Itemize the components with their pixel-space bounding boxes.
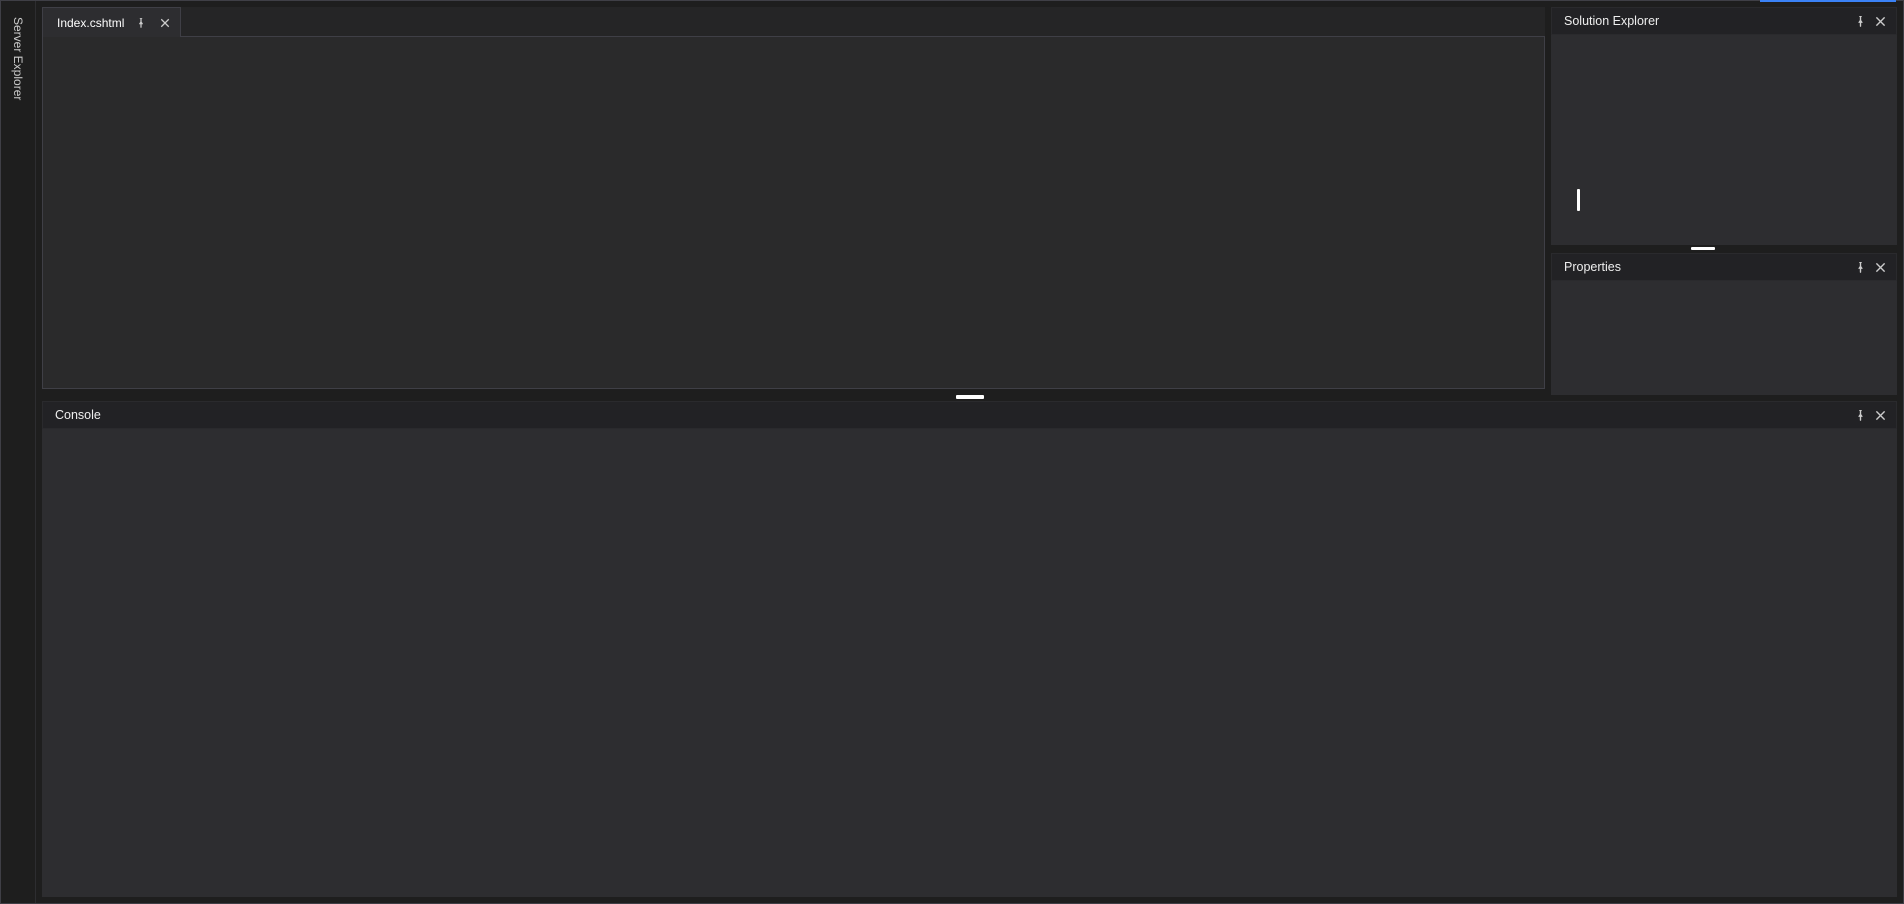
tab-label: Index.cshtml [57, 16, 124, 30]
pin-icon[interactable] [1850, 257, 1870, 277]
tabbar-filler [181, 7, 1545, 37]
close-icon[interactable] [1870, 405, 1890, 425]
server-explorer-collapsed-tab[interactable]: Server Explorer [9, 13, 27, 104]
solution-explorer-title: Solution Explorer [1564, 14, 1850, 28]
editor-body[interactable] [42, 37, 1545, 389]
console-title: Console [55, 408, 1850, 422]
top-right-highlight [1760, 0, 1896, 2]
pin-icon[interactable] [1850, 11, 1870, 31]
ide-root: Server Explorer Index.cshtml [0, 0, 1904, 904]
solution-explorer-header[interactable]: Solution Explorer [1551, 7, 1897, 35]
console-panel: Console [42, 401, 1897, 897]
console-body[interactable] [42, 429, 1897, 897]
server-explorer-label: Server Explorer [11, 17, 25, 100]
properties-panel: Properties [1551, 253, 1897, 395]
pin-icon[interactable] [134, 16, 148, 30]
properties-header[interactable]: Properties [1551, 253, 1897, 281]
close-icon[interactable] [1870, 11, 1890, 31]
console-header[interactable]: Console [42, 401, 1897, 429]
pin-icon[interactable] [1850, 405, 1870, 425]
properties-body[interactable] [1551, 281, 1897, 395]
vertical-splitter-main-right[interactable] [1577, 189, 1580, 211]
close-icon[interactable] [158, 16, 172, 30]
editor-tabbar: Index.cshtml [42, 7, 1545, 37]
main-area: Index.cshtml Solution Explorer [36, 1, 1903, 903]
horizontal-splitter-right-dock[interactable] [1691, 247, 1715, 250]
lower-region: Console [36, 395, 1903, 903]
horizontal-splitter-editor-console[interactable] [956, 395, 984, 399]
editor-tab-index-cshtml[interactable]: Index.cshtml [42, 7, 181, 37]
left-sidebar: Server Explorer [1, 1, 36, 903]
close-icon[interactable] [1870, 257, 1890, 277]
properties-title: Properties [1564, 260, 1850, 274]
right-dock: Solution Explorer Properties [1551, 1, 1903, 395]
solution-explorer-body[interactable] [1551, 35, 1897, 245]
upper-region: Index.cshtml Solution Explorer [36, 1, 1903, 395]
editor-pane: Index.cshtml [36, 1, 1551, 395]
solution-explorer-panel: Solution Explorer [1551, 7, 1897, 245]
